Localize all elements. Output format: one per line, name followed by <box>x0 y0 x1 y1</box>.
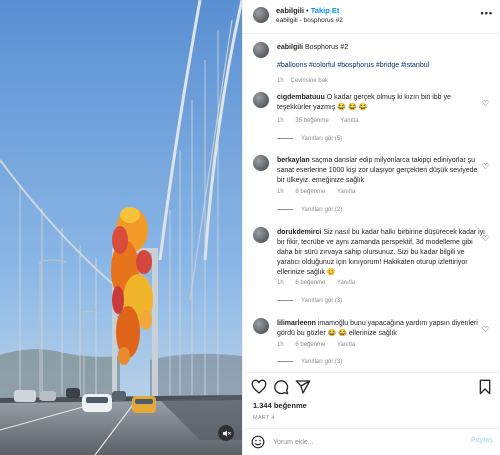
post-header: eabilgili • Takip Et eabilgili - bosphor… <box>243 0 500 34</box>
bosphorus-bridge-photo <box>0 0 242 455</box>
comment-username[interactable]: berkaylan <box>277 157 310 164</box>
comment-username[interactable]: cigdembatuuu <box>277 94 325 101</box>
comment-username[interactable]: lilimarleenn <box>277 320 316 327</box>
view-replies-button[interactable]: Yanıtları gör (2) <box>277 207 342 213</box>
caption-username[interactable]: eabilgili <box>277 44 303 51</box>
comment-meta: 1h 6 beğenme Yanıtla <box>277 342 365 348</box>
post-comment-button[interactable]: Paylaş <box>471 437 493 444</box>
comment-time: 1h <box>277 118 284 124</box>
comment-meta: 1h 6 beğenme Yanıtla <box>277 280 365 286</box>
volume-muted-icon[interactable] <box>218 425 234 441</box>
comment-text: cigdembatuuu O kadar gerçek olmuş ki kız… <box>277 93 485 113</box>
share-icon[interactable] <box>295 379 311 395</box>
caption-time: 1h <box>277 78 284 84</box>
view-replies-button[interactable]: Yanıtları gör (3) <box>277 359 342 365</box>
heart-icon[interactable]: ♡ <box>482 326 489 334</box>
comments-list[interactable]: eabilgili Bosphorus #2 #balloons #colorf… <box>243 34 500 372</box>
avatar[interactable] <box>253 7 269 23</box>
post-media[interactable] <box>0 0 242 455</box>
heart-icon[interactable]: ♡ <box>482 163 489 171</box>
comment-likes[interactable]: 6 beğenme <box>295 280 325 286</box>
follow-button[interactable]: Takip Et <box>311 6 340 15</box>
avatar[interactable] <box>253 227 269 243</box>
comment-username[interactable]: dorukdemirci <box>277 229 321 236</box>
caption-hashtags[interactable]: #balloons #colorful #bosphorus #bridge #… <box>277 62 429 69</box>
avatar[interactable] <box>253 155 269 171</box>
comment-text: berkaylan saçma danslar edip milyonlarca… <box>277 156 485 186</box>
heart-icon[interactable] <box>251 379 267 395</box>
comment-time: 1h <box>277 189 284 195</box>
comment-text: lilimarleenn imamoğlu bunu yapacağına ya… <box>277 319 485 339</box>
comment-input[interactable] <box>273 436 443 448</box>
comment-likes[interactable]: 35 beğenme <box>295 118 328 124</box>
post-actions: 1.344 beğenme MART 4 Paylaş <box>243 372 500 455</box>
add-comment-bar: Paylaş <box>243 428 500 455</box>
more-options-icon[interactable]: ••• <box>481 8 493 18</box>
emoji-icon[interactable] <box>251 435 265 449</box>
reply-button[interactable]: Yanıtla <box>337 189 355 195</box>
view-replies-button[interactable]: Yanıtları gör (3) <box>277 298 342 304</box>
post-date: MART 4 <box>253 415 275 421</box>
comment-text: dorukdemirci Siz nasıl bu kadar halkı bi… <box>277 228 485 278</box>
post-author-line: eabilgili • Takip Et <box>276 6 339 15</box>
heart-icon[interactable]: ♡ <box>482 235 489 243</box>
heart-icon[interactable]: ♡ <box>482 100 489 108</box>
caption-body: Bosphorus #2 <box>305 44 349 51</box>
bookmark-icon[interactable] <box>477 379 493 395</box>
comment-icon[interactable] <box>273 379 289 395</box>
comment-likes[interactable]: 6 beğenme <box>295 342 325 348</box>
reply-button[interactable]: Yanıtla <box>340 118 358 124</box>
post-panel: eabilgili • Takip Et eabilgili - bosphor… <box>242 0 500 455</box>
avatar[interactable] <box>253 318 269 334</box>
likes-count[interactable]: 1.344 beğenme <box>253 401 307 410</box>
reply-button[interactable]: Yanıtla <box>337 280 355 286</box>
view-replies-button[interactable]: Yanıtları gör (5) <box>277 136 342 142</box>
comment-meta: 1h 35 beğenme Yanıtla <box>277 118 369 124</box>
comment-time: 1h <box>277 342 284 348</box>
caption-meta: 1h Çevirisine bak <box>277 78 328 84</box>
reply-button[interactable]: Yanıtla <box>337 342 355 348</box>
comment-body: Siz nasıl bu kadar halkı birbirine düşür… <box>277 229 485 276</box>
comment-time: 1h <box>277 280 284 286</box>
post-author-username[interactable]: eabilgili <box>276 6 304 15</box>
comment-meta: 1h 8 beğenme Yanıtla <box>277 189 365 195</box>
header-separator: • <box>306 6 309 15</box>
comment-likes[interactable]: 8 beğenme <box>295 189 325 195</box>
translate-link[interactable]: Çevirisine bak <box>290 78 328 84</box>
avatar[interactable] <box>253 42 269 58</box>
post-location[interactable]: eabilgili - bosphorus #2 <box>276 17 343 24</box>
caption-text: eabilgili Bosphorus #2 <box>277 44 348 51</box>
avatar[interactable] <box>253 92 269 108</box>
